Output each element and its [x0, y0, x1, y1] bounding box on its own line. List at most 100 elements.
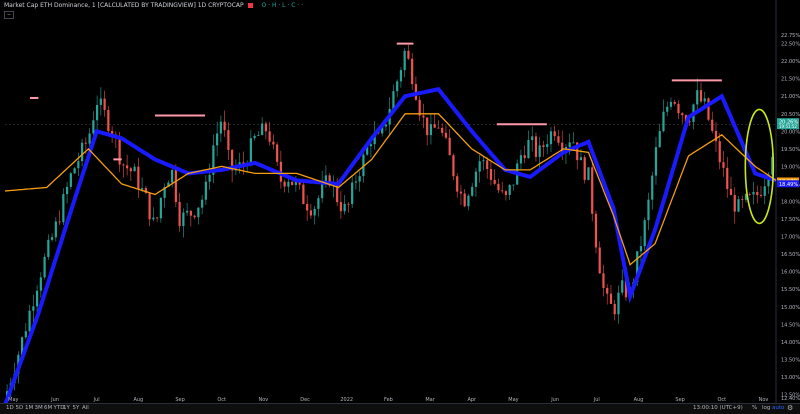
- candle-body: [197, 207, 200, 218]
- candle-body: [264, 123, 267, 132]
- gear-icon[interactable]: ⚙: [787, 404, 793, 412]
- candle-body: [572, 142, 575, 144]
- candle-body: [253, 135, 256, 139]
- candle-body: [84, 142, 87, 144]
- y-tick-label: 22.00%: [781, 59, 800, 65]
- candle-body: [591, 167, 594, 214]
- timeframe-1y[interactable]: 1Y: [63, 405, 70, 411]
- y-tick-label: 22.50%: [781, 42, 800, 48]
- candle-body: [268, 131, 271, 142]
- candle-body: [441, 127, 444, 133]
- candle-body: [737, 199, 740, 212]
- candle-body: [65, 186, 69, 195]
- candle-body: [77, 161, 80, 169]
- candle-body: [411, 58, 414, 85]
- candle-body: [24, 331, 27, 338]
- candle-body: [73, 168, 76, 174]
- candle-body: [276, 144, 279, 162]
- candle-body: [718, 141, 721, 163]
- bottom-toolbar: 1D 5D 1M 3M 6M YTD 1Y 5Y All 13:00:10 (UTC+9) % l…: [0, 403, 800, 414]
- candle-body: [546, 144, 549, 148]
- y-tick-label: 19.50%: [781, 147, 800, 153]
- candle-body: [403, 50, 406, 71]
- candle-body: [103, 98, 106, 110]
- candle-body: [594, 213, 598, 248]
- timeframe-5d[interactable]: 5D: [16, 405, 24, 411]
- candle-body: [471, 186, 474, 196]
- candle-body: [523, 155, 526, 159]
- candle-body: [463, 193, 466, 207]
- y-tick-label: 15.50%: [781, 287, 800, 293]
- price-chart[interactable]: 22.75% 22.50% 22.00% 21.50% 21.00% 20.50% 20.0…: [0, 0, 800, 403]
- candle-body: [43, 256, 46, 278]
- candle-body: [726, 167, 729, 189]
- candle-body: [666, 106, 669, 112]
- price-label-text: 18.49%: [779, 182, 798, 188]
- candle-body: [703, 98, 706, 102]
- candle-body: [598, 247, 601, 274]
- candle-body: [283, 181, 286, 187]
- candle-body: [549, 131, 553, 145]
- candle-body: [658, 131, 661, 148]
- candle-body: [208, 174, 211, 182]
- candle-body: [354, 181, 358, 183]
- candle-body: [257, 134, 260, 136]
- candle-body: [456, 176, 459, 192]
- candle-body: [707, 98, 710, 120]
- y-tick-label: 20.50%: [781, 112, 800, 118]
- candle-body: [148, 193, 151, 220]
- candle-body: [583, 157, 586, 180]
- candle-body: [291, 181, 294, 185]
- candle-body: [39, 277, 42, 291]
- candle-body: [219, 121, 222, 134]
- candle-body: [482, 160, 485, 162]
- candle-body: [508, 184, 511, 195]
- candle-body: [133, 166, 136, 172]
- candle-body: [681, 113, 684, 116]
- candle-body: [733, 195, 736, 212]
- candle-body: [129, 168, 132, 172]
- y-tick-label: 21.00%: [781, 94, 800, 100]
- timeframe-6m[interactable]: 6M: [44, 405, 52, 411]
- candle-body: [178, 202, 181, 227]
- y-tick-label: 18.00%: [781, 199, 800, 205]
- clock-readout[interactable]: 13:00:10 (UTC+9): [693, 405, 743, 411]
- candle-body: [272, 141, 275, 145]
- y-tick-label: 14.50%: [781, 322, 800, 328]
- candle-body: [493, 179, 496, 184]
- candle-body: [654, 147, 658, 176]
- candle-body: [171, 169, 174, 183]
- candle-body: [426, 117, 429, 136]
- timeframe-all[interactable]: All: [82, 405, 89, 411]
- candle-body: [313, 208, 316, 216]
- scale-option-percent[interactable]: %: [752, 405, 757, 411]
- candle-body: [69, 173, 72, 187]
- timeframe-3m[interactable]: 3M: [35, 405, 43, 411]
- candle-body: [122, 164, 125, 166]
- candle-body: [96, 104, 99, 121]
- candle-body: [186, 210, 189, 213]
- timeframe-1d[interactable]: 1D: [6, 405, 14, 411]
- candle-body: [396, 81, 399, 92]
- candle-body: [651, 175, 654, 200]
- scale-option-auto[interactable]: auto: [772, 405, 784, 411]
- y-tick-label: 13.50%: [781, 357, 800, 363]
- timeframe-1m[interactable]: 1M: [25, 405, 33, 411]
- candle-body: [478, 161, 481, 172]
- candle-body: [662, 111, 665, 132]
- y-tick-label: 13.00%: [781, 375, 800, 381]
- candle-body: [47, 239, 50, 257]
- candle-body: [204, 181, 207, 200]
- timeframe-5y[interactable]: 5Y: [73, 405, 80, 411]
- candle-body: [81, 142, 84, 162]
- candle-body: [261, 123, 264, 135]
- y-tick-label: 14.00%: [781, 340, 800, 346]
- y-tick-label: 15.00%: [781, 305, 800, 311]
- candle-body: [677, 103, 680, 114]
- candle-body: [448, 137, 451, 156]
- candle-body: [369, 144, 373, 147]
- candle-body: [673, 101, 676, 104]
- candle-body: [501, 190, 504, 192]
- candle-body: [474, 171, 478, 187]
- scale-option-log[interactable]: log: [762, 405, 770, 411]
